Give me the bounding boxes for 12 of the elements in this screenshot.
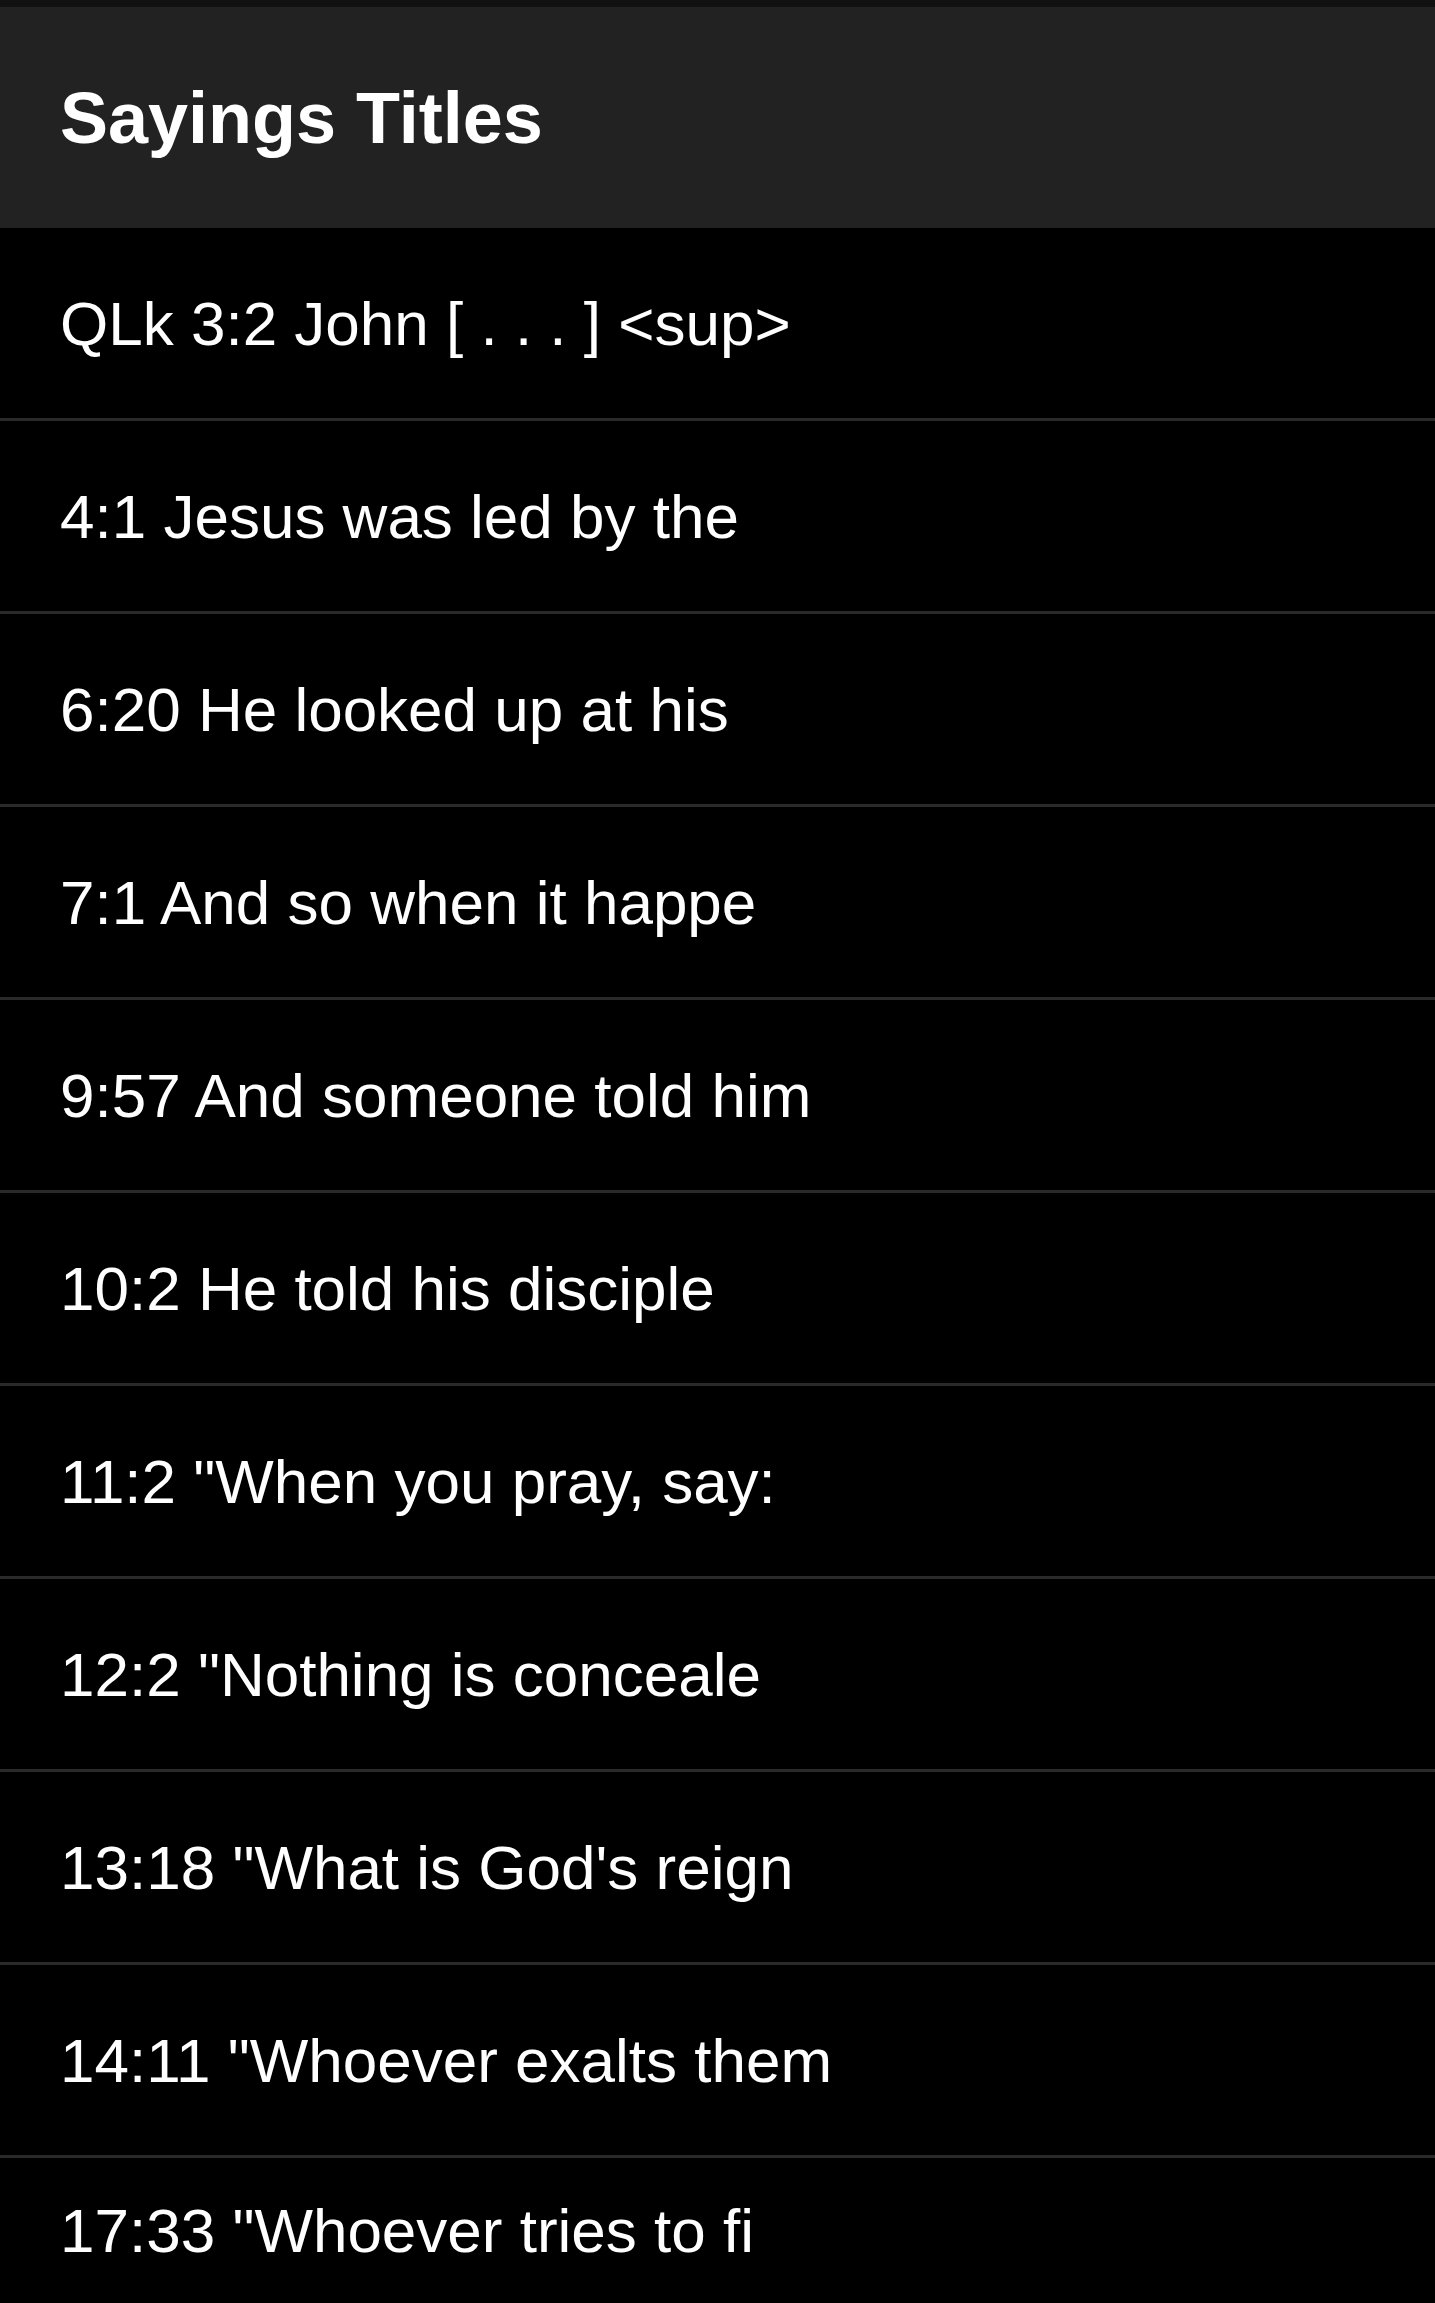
list-item[interactable]: 9:57 And someone told him [0, 1000, 1435, 1193]
list-item[interactable]: 17:33 "Whoever tries to fi [0, 2158, 1435, 2303]
list-item[interactable]: 11:2 "When you pray, say: [0, 1386, 1435, 1579]
list-item[interactable]: QLk 3:2 John [ . . . ] <sup> [0, 228, 1435, 421]
list-item[interactable]: 6:20 He looked up at his [0, 614, 1435, 807]
screen-title: Sayings Titles [60, 76, 543, 159]
list-item[interactable]: 10:2 He told his disciple [0, 1193, 1435, 1386]
list-item[interactable]: 13:18 "What is God's reign [0, 1772, 1435, 1965]
list-item[interactable]: 4:1 Jesus was led by the [0, 421, 1435, 614]
list-item[interactable]: 14:11 "Whoever exalts them [0, 1965, 1435, 2158]
list-item[interactable]: 7:1 And so when it happe [0, 807, 1435, 1000]
list-item[interactable]: 12:2 "Nothing is conceale [0, 1579, 1435, 1772]
